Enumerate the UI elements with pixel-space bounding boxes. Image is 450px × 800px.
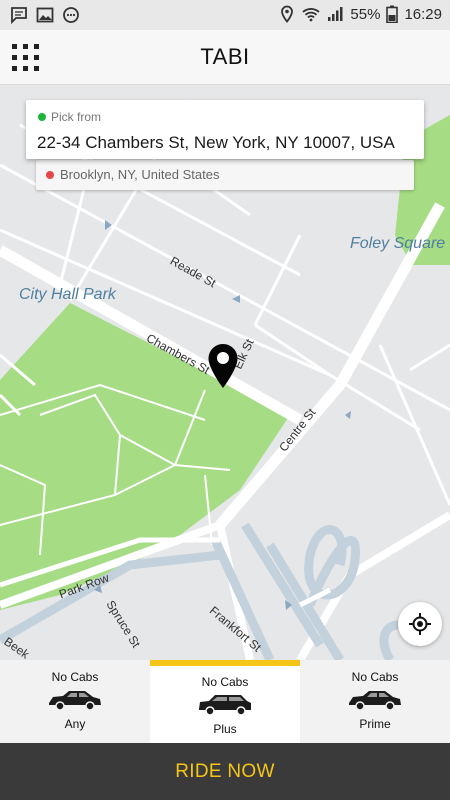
pickup-label: Pick from [51, 110, 102, 124]
battery-icon [386, 5, 399, 23]
clock: 16:29 [404, 5, 442, 23]
car-icon [49, 691, 101, 711]
status-bar: 55% 16:29 [0, 0, 450, 30]
pickup-dot [38, 113, 46, 121]
cab-option-any[interactable]: No Cabs Any [0, 660, 150, 743]
dropoff-dot [46, 171, 54, 179]
location-icon [281, 5, 294, 23]
ride-now-button[interactable]: RIDE NOW [0, 743, 450, 800]
map-label-city-hall-park: City Hall Park [19, 286, 116, 303]
cab-status: No Cabs [201, 675, 249, 689]
app-bar: TABI [0, 30, 450, 85]
cab-name: Prime [359, 717, 391, 731]
cab-status: No Cabs [51, 670, 99, 684]
my-location-button[interactable] [398, 602, 442, 646]
map-label-foley-square: Foley Square [350, 235, 446, 252]
app-title: TABI [200, 44, 250, 69]
dropoff-address: Brooklyn, NY, United States [60, 167, 220, 182]
status-bar-notifications [10, 6, 80, 24]
cab-name: Any [64, 717, 86, 731]
cab-name: Plus [213, 722, 237, 736]
pickup-address: 22-34 Chambers St, New York, NY 10007, U… [37, 133, 395, 152]
battery-percent: 55% [350, 5, 381, 23]
pickup-field[interactable]: Pick from 22-34 Chambers St, New York, N… [26, 100, 424, 159]
cab-option-prime[interactable]: No Cabs Prime [300, 660, 450, 743]
message-icon [11, 7, 27, 24]
dropoff-field[interactable]: Brooklyn, NY, United States [36, 160, 414, 190]
status-bar-system: 55% 16:29 [278, 5, 442, 23]
cab-option-plus[interactable]: No Cabs Plus [150, 660, 300, 743]
my-location-icon [409, 613, 431, 635]
signal-icon [328, 7, 343, 21]
wifi-icon [302, 8, 321, 22]
map-pin-icon [208, 344, 238, 388]
chat-bubble-icon [63, 7, 79, 23]
car-icon [349, 691, 401, 711]
cab-selector: No Cabs Any No Cabs Plus No Cabs Prime [0, 660, 450, 743]
cab-status: No Cabs [351, 670, 399, 684]
image-icon [36, 7, 54, 23]
car-icon [199, 695, 251, 716]
